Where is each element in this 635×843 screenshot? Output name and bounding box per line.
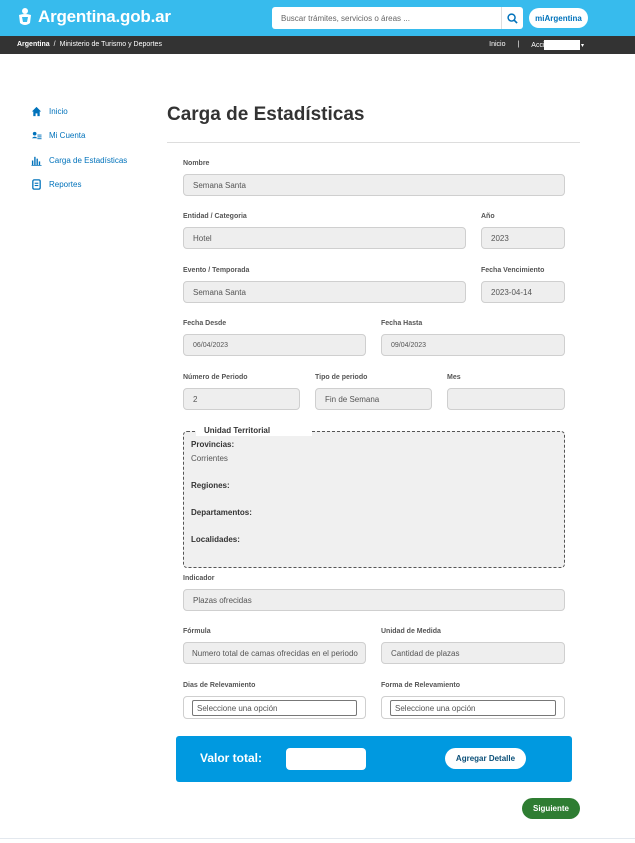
unidad-territorial-fieldset bbox=[183, 431, 565, 568]
unidad-medida-label: Unidad de Medida bbox=[381, 628, 441, 635]
sidebar-item-inicio[interactable]: Inicio bbox=[31, 99, 127, 124]
search-input[interactable] bbox=[272, 7, 501, 29]
breadcrumb-bar: Argentina / Ministerio de Turismo y Deport… bbox=[0, 36, 635, 54]
vencimiento-label: Fecha Vencimiento bbox=[481, 267, 545, 274]
user-menu-caret-icon[interactable]: ▾ bbox=[581, 42, 584, 49]
mes-label: Mes bbox=[447, 374, 461, 381]
formula-label: Fórmula bbox=[183, 628, 211, 635]
sidebar-item-label: Inicio bbox=[49, 106, 68, 116]
nombre-label: Nombre bbox=[183, 160, 210, 167]
regiones-label: Regiones: bbox=[191, 481, 230, 490]
bar-chart-icon bbox=[31, 156, 42, 166]
provincias-value: Corrientes bbox=[191, 454, 228, 463]
localidades-label: Localidades: bbox=[191, 535, 240, 544]
logo-text: Argentina.gob.ar bbox=[38, 7, 171, 26]
mes-field bbox=[447, 388, 565, 410]
formula-field: Numero total de camas ofrecidas en el pe… bbox=[183, 642, 366, 664]
tipo-periodo-label: Tipo de periodo bbox=[315, 374, 368, 381]
agregar-detalle-button[interactable]: Agregar Detalle bbox=[445, 748, 526, 769]
breadcrumb-root[interactable]: Argentina bbox=[17, 41, 50, 48]
mi-argentina-button[interactable]: miArgentina bbox=[529, 8, 588, 28]
indicador-field: Plazas ofrecidas bbox=[183, 589, 565, 611]
forma-relevamiento-wrapper: Seleccione una opción bbox=[381, 696, 565, 719]
user-menu[interactable] bbox=[544, 40, 580, 50]
top-bar: Argentina.gob.ar miArgentina bbox=[0, 0, 635, 36]
site-logo[interactable]: Argentina.gob.ar bbox=[17, 7, 171, 27]
dias-relevamiento-wrapper: Seleccione una opción bbox=[183, 696, 366, 719]
forma-relevamiento-select[interactable]: Seleccione una opción bbox=[390, 700, 556, 716]
departamentos-label: Departamentos: bbox=[191, 508, 252, 517]
indicador-label: Indicador bbox=[183, 575, 215, 582]
breadcrumb-separator: / bbox=[53, 41, 56, 48]
vencimiento-field: 2023-04-14 bbox=[481, 281, 565, 303]
report-icon bbox=[32, 179, 41, 190]
siguiente-button[interactable]: Siguiente bbox=[522, 798, 580, 819]
valor-total-label: Valor total: bbox=[200, 751, 263, 765]
fecha-desde-field: 06/04/2023 bbox=[183, 334, 366, 356]
entidad-field: Hotel bbox=[183, 227, 466, 249]
dias-relevamiento-label: Dias de Relevamiento bbox=[183, 682, 256, 689]
sidebar-item-carga-estadisticas[interactable]: Carga de Estadísticas bbox=[31, 148, 127, 173]
dias-relevamiento-select[interactable]: Seleccione una opción bbox=[192, 700, 357, 716]
sidebar-item-mi-cuenta[interactable]: Mi Cuenta bbox=[31, 124, 127, 149]
sidebar-item-label: Reportes bbox=[49, 180, 82, 190]
anio-field: 2023 bbox=[481, 227, 565, 249]
valor-total-input[interactable] bbox=[286, 748, 366, 770]
numero-periodo-field: 2 bbox=[183, 388, 300, 410]
footer-divider bbox=[0, 838, 635, 839]
sidebar-item-reportes[interactable]: Reportes bbox=[31, 173, 127, 198]
breadcrumb-current[interactable]: Ministerio de Turismo y Deportes bbox=[60, 41, 162, 48]
sidebar: Inicio Mi Cuenta Carga de Estadísticas R… bbox=[31, 99, 127, 197]
sidebar-item-label: Mi Cuenta bbox=[49, 131, 86, 141]
subnav-home-link[interactable]: Inicio bbox=[489, 41, 505, 49]
evento-field: Semana Santa bbox=[183, 281, 466, 303]
fecha-hasta-field: 09/04/2023 bbox=[381, 334, 565, 356]
title-divider bbox=[167, 142, 580, 143]
anio-label: Año bbox=[481, 213, 495, 220]
unidad-territorial-legend: Unidad Territorial bbox=[196, 426, 312, 436]
entidad-label: Entidad / Categoria bbox=[183, 213, 247, 220]
evento-label: Evento / Temporada bbox=[183, 267, 250, 274]
user-card-icon bbox=[31, 132, 42, 140]
sidebar-item-label: Carga de Estadísticas bbox=[49, 155, 128, 165]
nombre-field: Semana Santa bbox=[183, 174, 565, 196]
forma-relevamiento-label: Forma de Relevamiento bbox=[381, 682, 460, 689]
search-button[interactable] bbox=[501, 7, 523, 29]
numero-periodo-label: Número de Periodo bbox=[183, 374, 248, 381]
page-title: Carga de Estadísticas bbox=[167, 104, 365, 125]
search-icon bbox=[507, 12, 518, 24]
fecha-desde-label: Fecha Desde bbox=[183, 320, 227, 327]
fecha-hasta-label: Fecha Hasta bbox=[381, 320, 423, 327]
provincias-label: Provincias: bbox=[191, 440, 235, 449]
home-icon bbox=[31, 106, 42, 116]
shield-icon bbox=[19, 8, 31, 25]
subnav-divider: | bbox=[517, 41, 520, 48]
tipo-periodo-field: Fin de Semana bbox=[315, 388, 432, 410]
unidad-medida-field: Cantidad de plazas bbox=[381, 642, 565, 664]
valor-total-panel: Valor total: Agregar Detalle bbox=[176, 736, 572, 782]
breadcrumb: Argentina / Ministerio de Turismo y Deport… bbox=[17, 41, 162, 48]
